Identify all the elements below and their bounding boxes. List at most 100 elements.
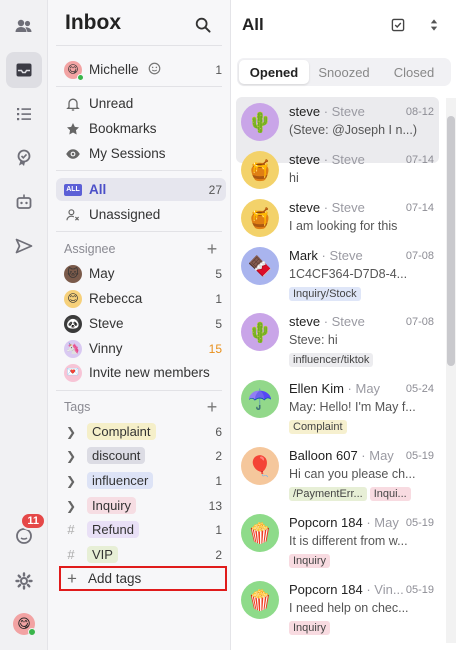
sidebar-item-tag-refund[interactable]: # Refund 1 <box>56 518 226 541</box>
conversation-item[interactable]: ☂️ Ellen Kim · May 05-24 May: Hello! I'm Ma… <box>236 374 439 440</box>
campaign-nav-button[interactable] <box>6 228 42 264</box>
sidebar-item-my-sessions[interactable]: My Sessions <box>56 142 226 165</box>
support-chat-button[interactable]: 11 <box>6 512 46 554</box>
sidebar-item-bookmarks[interactable]: Bookmarks <box>56 117 226 140</box>
contact-name: Ellen Kim <box>289 381 344 396</box>
tab-closed[interactable]: Closed <box>379 60 449 84</box>
sort-button[interactable] <box>424 15 444 35</box>
conversation-item[interactable]: 🎈 Balloon 607 · May 05-19 Hi can you please… <box>236 441 439 507</box>
conversation-date: 07-08 <box>405 250 434 262</box>
add-tag-button[interactable]: + <box>203 398 221 416</box>
scrollbar[interactable] <box>446 98 456 643</box>
separator: · <box>320 200 332 215</box>
sidebar-item-tag-inquiry[interactable]: ❯ Inquiry 13 <box>56 494 226 517</box>
add-tags-label: Add tags <box>88 571 142 586</box>
add-assignee-button[interactable]: + <box>203 240 221 258</box>
separator: · <box>320 152 332 167</box>
conversation-date: 05-19 <box>405 517 434 529</box>
contact-name: steve <box>289 314 321 329</box>
divider <box>56 390 222 391</box>
tab-opened[interactable]: Opened <box>239 60 309 84</box>
chevron-right-icon[interactable]: ❯ <box>64 425 78 439</box>
chevron-right-icon[interactable]: ❯ <box>64 449 78 463</box>
avatar: 🐱 <box>64 264 82 283</box>
tag-chip: Inquiry/Stock <box>289 287 361 301</box>
message-preview: It is different from w... <box>289 534 408 548</box>
conversation-item[interactable]: 🍫 Mark · Steve 07-08 1C4CF364-D7D8-4... Inqu… <box>236 241 439 307</box>
scrollbar-thumb[interactable] <box>447 116 455 366</box>
conversation-tags: Inquiry/Stock <box>289 287 361 301</box>
separator: · <box>320 314 332 329</box>
user-avatar: 😋 <box>64 60 84 81</box>
contact-name: steve <box>289 152 321 167</box>
divider <box>56 86 222 87</box>
conversation-tags: Inquiry <box>289 554 331 568</box>
assignee-name: Vin... <box>374 582 404 597</box>
assignee-name: Steve <box>331 314 365 329</box>
message-preview: hi <box>289 171 299 185</box>
badge-icon <box>17 149 31 166</box>
inbox-nav-button[interactable] <box>6 52 42 88</box>
avatar: 😋 <box>13 613 36 636</box>
conversation-item[interactable]: 🍿 Popcorn 184 · May 05-19 It is different f… <box>236 508 439 574</box>
profile-name: Michelle <box>89 62 139 77</box>
chevron-right-icon[interactable]: ❯ <box>64 499 78 513</box>
bot-nav-button[interactable] <box>6 184 42 220</box>
assignee-name: May <box>355 381 381 396</box>
tag-chip: influencer/tiktok <box>289 353 374 367</box>
assignee-name: Steve <box>331 200 365 215</box>
contact-name: Popcorn 184 <box>289 515 363 530</box>
contact-name: Popcorn 184 <box>289 582 363 597</box>
contacts-nav-button[interactable] <box>6 8 42 44</box>
tasks-nav-button[interactable] <box>6 96 42 132</box>
invite-members-button[interactable]: 💌 Invite new members <box>56 361 226 384</box>
contact-name: Balloon 607 <box>289 448 358 463</box>
conversation-list-panel: All Opened Snoozed Closed 🌵 steve · Steve… <box>231 0 460 650</box>
sidebar-item-tag-influencer[interactable]: ❯ influencer 1 <box>56 469 226 492</box>
sidebar-item-tag-vip[interactable]: # VIP 2 <box>56 543 226 566</box>
profile-row[interactable]: 😋 Michelle 1 <box>56 58 226 81</box>
tab-snoozed[interactable]: Snoozed <box>309 60 379 84</box>
conversation-title: Mark · Steve <box>289 248 363 263</box>
conversation-date: 05-19 <box>405 584 434 596</box>
sidebar-item-unassigned[interactable]: Unassigned <box>56 203 226 226</box>
sidebar-item-tag-complaint[interactable]: ❯ Complaint 6 <box>56 420 226 443</box>
achievement-nav-button[interactable] <box>6 140 42 176</box>
sidebar-item-assignee-vinny[interactable]: 🦄 Vinny 15 <box>56 337 226 360</box>
conversation-item[interactable]: 🌵 steve · Steve 07-08 Steve: hi influencer/t… <box>236 307 439 373</box>
nav-rail: 11 😋 <box>0 0 48 650</box>
message-preview: Hi can you please ch... <box>289 467 416 481</box>
assignee-name: May <box>374 515 399 530</box>
status-emoji-icon[interactable] <box>147 61 216 79</box>
divider <box>56 170 222 171</box>
chevron-right-icon[interactable]: ❯ <box>64 474 78 488</box>
send-icon <box>15 238 33 254</box>
sidebar-item-all[interactable]: ALL All 27 <box>56 178 226 201</box>
profile-avatar-button[interactable]: 😋 <box>6 606 42 642</box>
add-tags-button[interactable]: + Add tags <box>59 566 227 591</box>
sidebar-item-assignee-rebecca[interactable]: 😊 Rebecca 1 <box>56 287 226 310</box>
search-button[interactable] <box>191 13 215 37</box>
conversation-tags: Complaint <box>289 420 347 434</box>
people-icon <box>15 19 32 32</box>
tag-chip: Complaint <box>289 420 347 434</box>
divider <box>56 45 222 46</box>
sidebar-item-assignee-may[interactable]: 🐱 May 5 <box>56 262 226 285</box>
conversation-item[interactable]: 🍿 Popcorn 184 · Vin... 05-19 I need help on… <box>236 575 439 641</box>
separator: · <box>362 515 375 530</box>
conversation-title: steve · Steve <box>289 152 365 167</box>
conversation-title: steve · Steve <box>289 104 365 119</box>
checkbox-icon <box>391 18 405 32</box>
sidebar-item-assignee-steve[interactable]: 🐼 Steve 5 <box>56 312 226 335</box>
plus-icon: + <box>206 239 218 259</box>
select-mode-button[interactable] <box>388 15 408 35</box>
inbox-sidebar: Inbox 😋 Michelle 1 Unread Bookmarks My S… <box>48 0 231 650</box>
avatar: 🌵 <box>241 103 279 141</box>
sidebar-item-unread[interactable]: Unread <box>56 92 226 115</box>
assignee-section-title: Assignee <box>64 242 116 256</box>
sidebar-item-tag-discount[interactable]: ❯ discount 2 <box>56 444 226 467</box>
settings-nav-button[interactable] <box>6 563 42 599</box>
contact-name: Mark <box>289 248 318 263</box>
message-preview: Steve: hi <box>289 333 338 347</box>
message-preview: I need help on chec... <box>289 601 409 615</box>
